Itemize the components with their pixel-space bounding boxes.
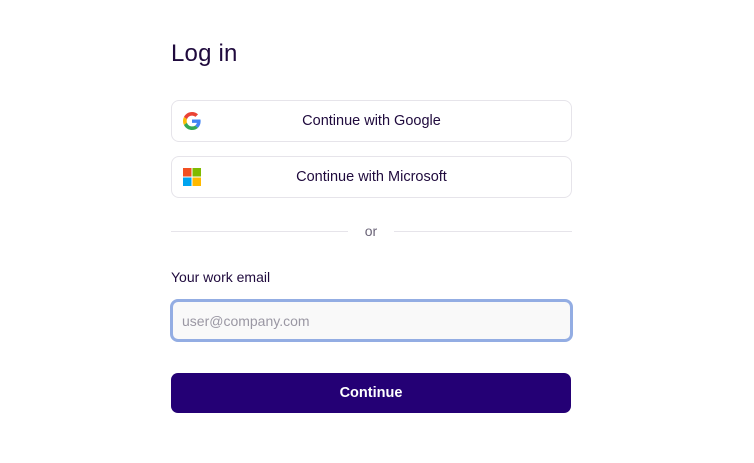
google-button-label: Continue with Google: [302, 113, 441, 129]
continue-button[interactable]: Continue: [171, 373, 571, 413]
continue-with-google-button[interactable]: Continue with Google: [171, 100, 572, 142]
page-title: Log in: [171, 40, 238, 67]
email-field[interactable]: [170, 299, 573, 342]
google-icon: [183, 112, 201, 130]
continue-with-microsoft-button[interactable]: Continue with Microsoft: [171, 156, 572, 198]
divider-line-left: [171, 231, 348, 232]
or-divider: or: [171, 222, 572, 240]
login-page: Log in Continue with Google Continue wit…: [0, 0, 754, 463]
divider-line-right: [394, 231, 572, 232]
microsoft-button-label: Continue with Microsoft: [296, 169, 447, 185]
microsoft-icon: [183, 168, 201, 186]
divider-text: or: [364, 223, 378, 239]
email-label: Your work email: [171, 269, 271, 285]
